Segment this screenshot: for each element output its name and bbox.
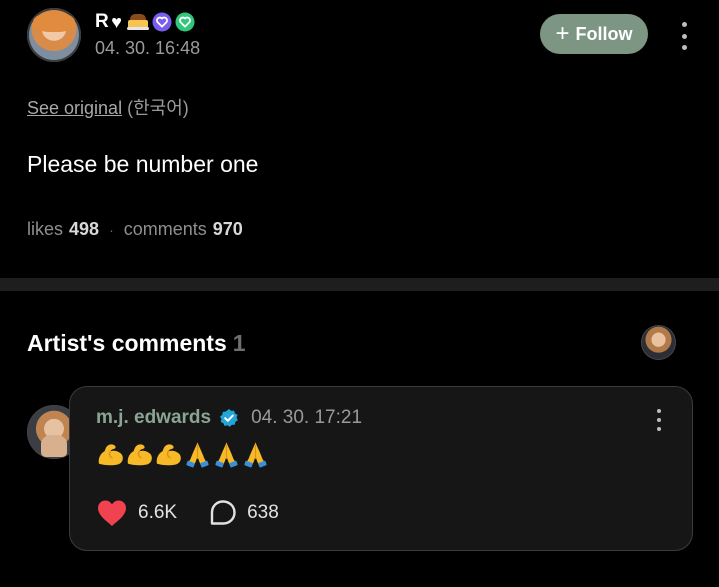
follow-button[interactable]: + Follow [540, 14, 648, 54]
flexed-biceps-icon [127, 444, 152, 466]
plus-icon: + [555, 20, 570, 47]
like-count: 6.6K [138, 502, 178, 523]
heart-badge-green-icon [175, 12, 195, 32]
flexed-biceps-icon [98, 444, 123, 466]
comment-card[interactable]: m.j. edwards 04. 30. 17:21 6.6K 638 [69, 386, 693, 551]
post-page: R ♥ 04. 30. 16:48 + Follow See original … [0, 0, 719, 587]
commenter-avatar-hand [41, 435, 67, 457]
likes-label: likes [27, 219, 64, 239]
artist-avatar-small[interactable] [641, 325, 676, 360]
original-language: (한국어) [127, 98, 189, 118]
folded-hands-icon [215, 442, 238, 468]
comment-header: m.j. edwards 04. 30. 17:21 [96, 407, 362, 429]
follow-label: Follow [575, 23, 633, 44]
commenter-name[interactable]: m.j. edwards [96, 407, 211, 429]
author-name-row: R ♥ [95, 10, 195, 34]
heart-icon [98, 500, 126, 526]
likes-count[interactable]: 498 [69, 219, 99, 240]
see-original-row: See original (한국어) [27, 94, 189, 120]
post-text: Please be number one [27, 151, 259, 177]
comment-more-vertical-icon[interactable] [654, 409, 664, 431]
author-avatar-hair [33, 12, 75, 32]
stats-separator: · [109, 221, 114, 238]
chat-bubble-icon [210, 500, 236, 525]
more-vertical-icon[interactable] [679, 22, 689, 50]
post-header: R ♥ 04. 30. 16:48 + Follow [27, 8, 697, 64]
comments-count[interactable]: 970 [213, 219, 243, 240]
see-original-link[interactable]: See original [27, 98, 122, 118]
flexed-biceps-icon [156, 444, 181, 466]
reply-button[interactable]: 638 [209, 499, 279, 527]
comments-label: comments [123, 219, 207, 239]
comment-emojis [96, 439, 270, 471]
author-name[interactable]: R [95, 11, 109, 33]
section-divider [0, 278, 719, 291]
flan-icon [126, 14, 149, 30]
artist-comments-count: 1 [232, 330, 246, 356]
post-timestamp: 04. 30. 16:48 [95, 38, 201, 58]
artist-comments-label: Artist's comments [27, 330, 227, 356]
artist-comments-title: Artist's comments 1 [27, 330, 246, 357]
comment-actions: 6.6K 638 [96, 499, 279, 527]
like-button[interactable]: 6.6K [96, 499, 177, 527]
verified-check-icon [220, 409, 238, 427]
heart-badge-purple-icon [152, 12, 172, 32]
reply-count: 638 [247, 502, 279, 523]
author-avatar[interactable] [27, 8, 81, 62]
folded-hands-icon [186, 442, 209, 468]
folded-hands-icon [244, 442, 267, 468]
post-stats: likes 498 · comments 970 [27, 219, 243, 240]
comment-timestamp: 04. 30. 17:21 [251, 407, 363, 428]
author-name-heart: ♥ [111, 11, 122, 32]
